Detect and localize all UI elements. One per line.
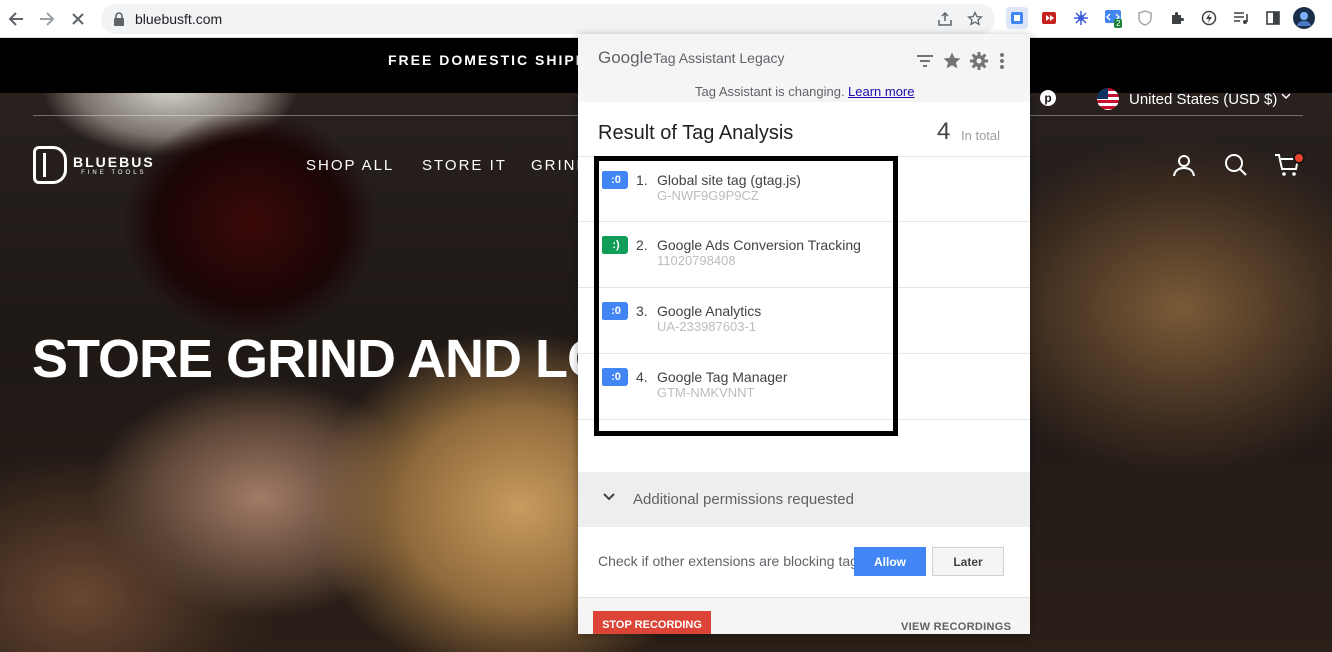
star-icon[interactable] bbox=[941, 50, 963, 72]
media-queue-icon[interactable] bbox=[1230, 7, 1252, 29]
popup-header: Google Tag Assistant Legacy Tag Assistan… bbox=[578, 34, 1030, 102]
browser-toolbar: bluebusft.com 2 bbox=[0, 0, 1332, 38]
product-name: Tag Assistant Legacy bbox=[653, 50, 785, 66]
later-button[interactable]: Later bbox=[932, 547, 1004, 576]
nav-shop-all[interactable]: SHOP ALL bbox=[306, 157, 394, 174]
result-title: Result of Tag Analysis bbox=[598, 122, 794, 144]
logo-mark-icon bbox=[33, 146, 67, 184]
tag-assistant-extension-icon[interactable] bbox=[1006, 7, 1028, 29]
side-panel-icon[interactable] bbox=[1262, 7, 1284, 29]
us-flag-icon bbox=[1097, 88, 1119, 110]
allow-button[interactable]: Allow bbox=[854, 547, 926, 576]
forward-arrow-icon bbox=[40, 12, 55, 26]
highlight-box bbox=[594, 156, 898, 436]
permissions-bar[interactable]: Additional permissions requested bbox=[578, 472, 1030, 527]
record-extension-icon[interactable] bbox=[1038, 7, 1060, 29]
logo-brand: BLUEBUS bbox=[73, 154, 155, 170]
learn-more-link[interactable]: Learn more bbox=[848, 84, 914, 99]
permissions-text: Additional permissions requested bbox=[633, 491, 854, 508]
extension-badge: 2 bbox=[1114, 19, 1123, 28]
hero-heading: STORE GRIND AND LOA bbox=[32, 329, 647, 389]
share-icon[interactable] bbox=[935, 10, 955, 28]
blocking-check-text: Check if other extensions are blocking t… bbox=[598, 553, 865, 569]
snowflake-extension-icon[interactable] bbox=[1070, 7, 1092, 29]
chevron-down-icon[interactable] bbox=[1280, 89, 1292, 105]
profile-avatar[interactable] bbox=[1293, 7, 1315, 29]
address-bar[interactable]: bluebusft.com bbox=[101, 4, 995, 34]
stop-recording-button[interactable]: STOP RECORDING bbox=[593, 611, 711, 634]
google-wordmark: Google bbox=[598, 48, 653, 67]
account-icon[interactable] bbox=[1171, 152, 1197, 178]
back-button[interactable] bbox=[4, 7, 28, 31]
forward-button[interactable] bbox=[35, 7, 59, 31]
logo-sub: FINE TOOLS bbox=[81, 170, 147, 176]
bolt-circle-icon[interactable] bbox=[1198, 7, 1220, 29]
tag-assistant-popup: Google Tag Assistant Legacy Tag Assistan… bbox=[578, 34, 1030, 634]
more-vert-icon[interactable] bbox=[991, 50, 1013, 72]
puzzle-extensions-icon[interactable] bbox=[1166, 7, 1188, 29]
code-extension-icon[interactable]: 2 bbox=[1102, 7, 1124, 29]
site-logo[interactable]: BLUEBUS FINE TOOLS bbox=[33, 146, 155, 184]
currency-selector[interactable]: United States (USD $) bbox=[1129, 91, 1277, 108]
chevron-down-icon[interactable] bbox=[602, 490, 616, 507]
pinterest-icon[interactable]: p bbox=[1040, 90, 1056, 106]
popup-footer: STOP RECORDING VIEW RECORDINGS bbox=[578, 597, 1030, 634]
changing-notice: Tag Assistant is changing. bbox=[695, 84, 845, 99]
filter-icon[interactable] bbox=[914, 50, 936, 72]
close-icon bbox=[72, 13, 84, 25]
bookmark-star-icon[interactable] bbox=[965, 10, 985, 28]
tag-count: 4 bbox=[937, 118, 951, 145]
back-arrow-icon bbox=[8, 12, 23, 26]
view-recordings-link[interactable]: VIEW RECORDINGS bbox=[901, 621, 1011, 633]
nav-store-it[interactable]: STORE IT bbox=[422, 157, 507, 174]
stop-loading-button[interactable] bbox=[66, 7, 90, 31]
gear-icon[interactable] bbox=[968, 50, 990, 72]
shield-extension-icon[interactable] bbox=[1134, 7, 1156, 29]
cart-badge bbox=[1293, 152, 1305, 164]
lock-icon bbox=[114, 12, 124, 26]
search-icon[interactable] bbox=[1223, 152, 1249, 178]
url-text[interactable]: bluebusft.com bbox=[135, 11, 222, 27]
tag-count-label: In total bbox=[961, 128, 1001, 143]
